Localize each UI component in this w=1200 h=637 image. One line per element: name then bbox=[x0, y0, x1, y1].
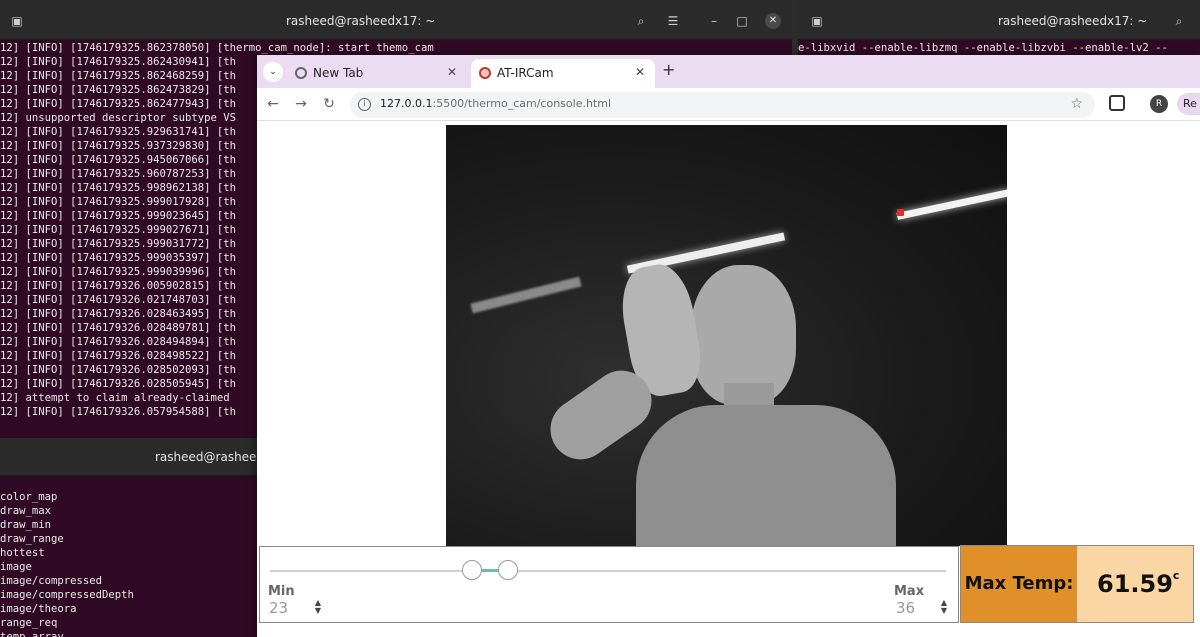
terminal-title: rasheed@rasheedx17: ~ bbox=[998, 14, 1148, 28]
maximize-icon[interactable]: □ bbox=[731, 10, 753, 32]
terminal-title: rasheed@rasheedx17: ~ bbox=[286, 14, 436, 28]
topic-list: color_map draw_max draw_min draw_rangehotte… bbox=[0, 490, 134, 637]
range-slider-max-handle[interactable] bbox=[498, 560, 518, 580]
max-temp-panel: Max Temp: 61.59c bbox=[960, 545, 1194, 623]
tab-at-ircam[interactable]: AT-IRCam ✕ bbox=[471, 59, 655, 88]
topic-item: image/theora bbox=[0, 603, 77, 615]
topic-item: draw_min bbox=[0, 519, 52, 531]
topic-item: temp_array bbox=[0, 631, 64, 637]
max-spinner-icon[interactable]: ▲ ▼ bbox=[940, 599, 948, 615]
terminal-titlebar[interactable]: ▣ rasheed@rasheedx17: ~ ⌕ bbox=[798, 0, 1200, 40]
chrome-icon bbox=[295, 67, 307, 79]
url-path: :5500/thermo_cam/console.html bbox=[432, 97, 612, 110]
tab-new-tab[interactable]: New Tab ✕ bbox=[287, 59, 467, 88]
close-icon[interactable]: ✕ bbox=[447, 65, 457, 79]
max-temp-number: 61.59 bbox=[1097, 570, 1173, 598]
terminal-command-line: e-libxvid --enable-libzmq --enable-libzv… bbox=[798, 42, 1168, 54]
light-fixture bbox=[896, 189, 1007, 220]
topic-item: color_map bbox=[0, 491, 58, 503]
url-text[interactable]: 127.0.0.1:5500/thermo_cam/console.html bbox=[380, 97, 611, 110]
site-info-icon[interactable]: i bbox=[358, 98, 371, 111]
close-icon[interactable]: ✕ bbox=[635, 65, 645, 79]
min-value-input[interactable]: 23 bbox=[269, 599, 288, 617]
topic-item: hottest bbox=[0, 547, 45, 559]
tab-label: New Tab bbox=[313, 66, 364, 80]
max-label: Max bbox=[894, 584, 925, 599]
topic-item: image/compressedDepth bbox=[0, 589, 134, 601]
close-icon[interactable]: ✕ bbox=[765, 13, 781, 29]
light-fixture bbox=[470, 276, 582, 314]
log-line: 12] [INFO] [1746179325.862378050] [therm… bbox=[0, 42, 434, 54]
range-control-panel: Min 23 ▲ ▼ Max 36 ▲ ▼ bbox=[259, 546, 959, 623]
extensions-icon[interactable] bbox=[1109, 95, 1125, 111]
min-label: Min bbox=[268, 584, 295, 599]
hottest-point-marker bbox=[897, 209, 904, 216]
favicon-icon bbox=[479, 67, 491, 79]
menu-icon[interactable]: ☰ bbox=[662, 10, 684, 32]
url-host: 127.0.0.1 bbox=[380, 97, 433, 110]
search-icon[interactable]: ⌕ bbox=[630, 10, 652, 32]
back-icon[interactable]: ← bbox=[263, 94, 283, 114]
terminal-window-topics[interactable]: rasheed@rasheedx1 color_map draw_max draw_… bbox=[0, 438, 279, 637]
max-value-input[interactable]: 36 bbox=[896, 599, 915, 617]
terminal-window-secondary[interactable]: ▣ rasheed@rasheedx17: ~ ⌕ e-libxvid --en… bbox=[798, 0, 1200, 60]
browser-toolbar: ← → ↻ i 127.0.0.1:5500/thermo_cam/consol… bbox=[257, 88, 1200, 121]
new-tab-icon[interactable]: ▣ bbox=[6, 10, 28, 32]
tab-label: AT-IRCam bbox=[497, 66, 554, 80]
browser-window[interactable]: ⌄ New Tab ✕ AT-IRCam ✕ + ← → ↻ i 127.0.0… bbox=[257, 55, 1200, 637]
bookmark-star-icon[interactable]: ☆ bbox=[1070, 96, 1083, 112]
topic-item: image bbox=[0, 561, 32, 573]
max-temp-unit: c bbox=[1172, 569, 1180, 582]
reload-icon[interactable]: ↻ bbox=[319, 94, 339, 114]
max-temp-value: 61.59c bbox=[1077, 546, 1193, 622]
range-slider-track[interactable] bbox=[270, 570, 946, 572]
minimize-icon[interactable]: – bbox=[703, 10, 725, 32]
person-torso bbox=[636, 405, 896, 546]
new-tab-button[interactable]: + bbox=[662, 60, 675, 79]
search-icon[interactable]: ⌕ bbox=[1168, 10, 1190, 32]
terminal-titlebar[interactable]: rasheed@rasheedx1 bbox=[0, 438, 279, 476]
max-temp-label: Max Temp: bbox=[961, 546, 1077, 622]
min-spinner-icon[interactable]: ▲ ▼ bbox=[314, 599, 322, 615]
thermal-camera-feed bbox=[446, 125, 1007, 546]
range-slider-min-handle[interactable] bbox=[462, 560, 482, 580]
relaunch-button[interactable]: Re bbox=[1177, 93, 1200, 115]
topic-item: draw_max bbox=[0, 505, 52, 517]
page-content: Min 23 ▲ ▼ Max 36 ▲ ▼ Max Temp: 61.59c bbox=[257, 122, 1200, 637]
tab-strip: ⌄ New Tab ✕ AT-IRCam ✕ + bbox=[257, 55, 1200, 88]
profile-avatar[interactable]: R bbox=[1150, 95, 1168, 113]
topic-item: image/compressed bbox=[0, 575, 103, 587]
new-tab-icon[interactable]: ▣ bbox=[806, 10, 828, 32]
address-bar[interactable]: i 127.0.0.1:5500/thermo_cam/console.html… bbox=[350, 92, 1095, 118]
topic-item: draw_range bbox=[0, 533, 64, 545]
forward-icon[interactable]: → bbox=[291, 94, 311, 114]
terminal-titlebar[interactable]: ▣ rasheed@rasheedx17: ~ ⌕ ☰ – □ ✕ bbox=[0, 0, 792, 40]
topic-item: range_req bbox=[0, 617, 58, 629]
tab-search-icon[interactable]: ⌄ bbox=[263, 62, 283, 82]
